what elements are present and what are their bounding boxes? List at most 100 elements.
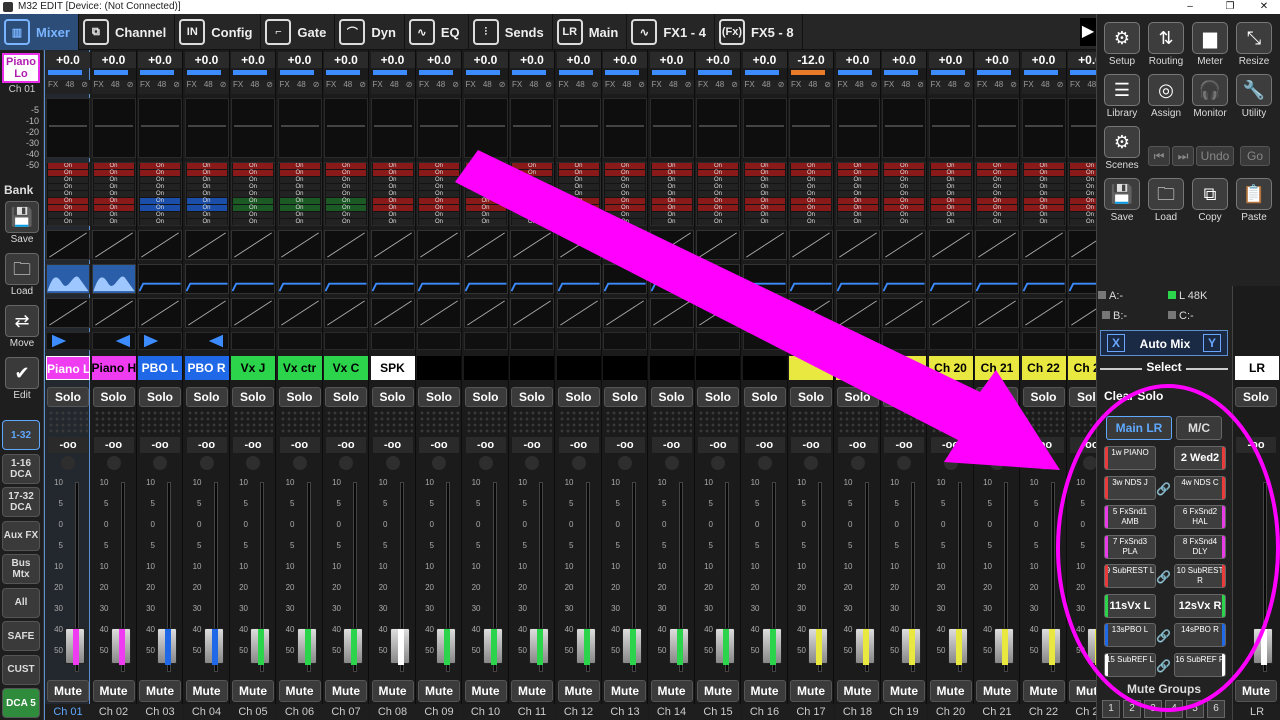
move-button[interactable]: ⇄ Move <box>4 305 40 349</box>
mute-button[interactable]: Mute <box>139 680 181 702</box>
dca-assign-dots[interactable] <box>419 410 459 434</box>
eq-display[interactable] <box>975 264 1019 294</box>
bypass-icon[interactable]: ⊘ <box>824 80 831 94</box>
solo-button[interactable]: Solo <box>743 387 786 407</box>
gain-readout[interactable]: +0.0 <box>649 52 694 68</box>
dca-assign-dots[interactable] <box>791 410 831 434</box>
dca-assign-dots[interactable] <box>372 410 413 434</box>
gate-display[interactable] <box>1068 98 1096 158</box>
gate-display[interactable] <box>1021 98 1066 158</box>
gain-readout[interactable]: +0.0 <box>184 52 229 68</box>
send-list[interactable]: On On On On On On On On On <box>742 162 787 226</box>
dca-button-14[interactable]: 14sPBO R <box>1174 623 1226 647</box>
channel-fader[interactable]: 10 5 0 5 10 20 30 40 50 <box>1071 478 1096 678</box>
eq-display[interactable] <box>603 264 647 294</box>
fader-knob[interactable] <box>157 628 177 665</box>
solo-button[interactable]: Solo <box>976 387 1018 407</box>
channel-name[interactable] <box>789 356 833 380</box>
mute-button[interactable]: Mute <box>325 680 367 702</box>
minimize-button[interactable]: – <box>1176 0 1204 14</box>
gate-display[interactable] <box>882 98 926 158</box>
pan-display[interactable] <box>46 332 90 350</box>
pan-display[interactable] <box>649 332 694 350</box>
channel-name[interactable]: Ch 22 <box>1021 356 1066 380</box>
tab-main[interactable]: LR Main <box>553 14 628 50</box>
solo-button[interactable]: Solo <box>325 387 367 407</box>
pan-display[interactable] <box>370 332 415 350</box>
bypass-icon[interactable]: ⊘ <box>313 80 320 94</box>
eq-display[interactable] <box>1068 264 1096 294</box>
bypass-icon[interactable]: ⊘ <box>964 80 971 94</box>
pan-indicator[interactable] <box>93 70 128 75</box>
send-list[interactable]: On On On On On On On On On <box>231 162 275 226</box>
fader-knob[interactable] <box>947 628 968 665</box>
dyn-display[interactable] <box>928 230 973 260</box>
mute-button[interactable]: Mute <box>185 680 228 702</box>
channel-fader[interactable]: 10 5 0 5 10 20 30 40 50 <box>188 478 228 678</box>
fader-knob[interactable] <box>110 628 131 665</box>
pan-display[interactable] <box>463 332 508 350</box>
comp-display[interactable] <box>742 298 787 328</box>
lr-name[interactable]: LR <box>1235 356 1279 380</box>
paste-tool-button[interactable]: 📋 Paste <box>1234 178 1274 223</box>
dca-assign-dots[interactable] <box>651 410 692 434</box>
pan-indicator[interactable] <box>186 70 221 75</box>
comp-display[interactable] <box>1021 298 1066 328</box>
tab-config[interactable]: IN Config <box>175 14 262 50</box>
send-list[interactable]: On On On On On On On On On <box>417 162 461 226</box>
mute-button[interactable]: Mute <box>883 680 925 702</box>
channel-name[interactable] <box>742 356 787 380</box>
gain-readout[interactable]: +0.0 <box>603 52 647 68</box>
gain-readout[interactable]: +0.0 <box>1021 52 1066 68</box>
fader-knob[interactable] <box>808 628 828 665</box>
fader-knob[interactable] <box>343 628 363 665</box>
gain-readout[interactable]: +0.0 <box>91 52 136 68</box>
channel-fader[interactable]: 10 5 0 5 10 20 30 40 50 <box>234 478 274 678</box>
pan-indicator[interactable] <box>326 70 360 75</box>
main-lr-button[interactable]: Main LR <box>1106 416 1172 440</box>
link-icon[interactable]: 🔗 <box>1156 570 1171 584</box>
dca-button-8[interactable]: 8 FxSnd4 DLY <box>1174 534 1226 559</box>
dyn-display[interactable] <box>556 230 601 260</box>
channel-fader[interactable]: 10 5 0 5 10 20 30 40 50 <box>699 478 739 678</box>
bank-button-all[interactable]: All <box>2 587 40 618</box>
fader-knob[interactable] <box>668 628 689 665</box>
lr-mute-button[interactable]: Mute <box>1235 680 1277 702</box>
pan-indicator[interactable] <box>791 70 825 75</box>
fader-knob[interactable] <box>389 628 410 665</box>
dca-assign-dots[interactable] <box>465 410 506 434</box>
channel-name[interactable] <box>649 356 694 380</box>
comp-display[interactable] <box>324 298 368 328</box>
channel-name[interactable]: Ch 19 <box>882 356 926 380</box>
mute-button[interactable]: Mute <box>1022 680 1065 702</box>
pan-indicator[interactable] <box>419 70 453 75</box>
pan-display[interactable] <box>603 332 647 350</box>
solo-button[interactable]: Solo <box>185 387 228 407</box>
comp-display[interactable] <box>603 298 647 328</box>
channel-name[interactable]: Vx J <box>231 356 275 380</box>
solo-button[interactable]: Solo <box>139 387 181 407</box>
channel-name[interactable]: SPK <box>370 356 415 380</box>
comp-display[interactable] <box>417 298 461 328</box>
eq-display[interactable] <box>463 264 508 294</box>
bypass-icon[interactable]: ⊘ <box>1010 80 1017 94</box>
bypass-icon[interactable]: ⊘ <box>731 80 738 94</box>
fader-knob[interactable] <box>250 628 270 665</box>
send-list[interactable]: On On On On On On On On On <box>277 162 322 226</box>
mute-group-2[interactable]: 2 <box>1123 700 1141 718</box>
dca-assign-dots[interactable] <box>140 410 180 434</box>
bypass-icon[interactable]: ⊘ <box>685 80 692 94</box>
fader-knob[interactable] <box>203 628 224 665</box>
comp-display[interactable] <box>463 298 508 328</box>
fader-knob[interactable] <box>901 628 921 665</box>
solo-button[interactable]: Solo <box>557 387 600 407</box>
comp-display[interactable] <box>46 298 90 328</box>
gate-display[interactable] <box>231 98 275 158</box>
pan-display[interactable] <box>138 332 182 350</box>
channel-name[interactable]: PBO R <box>184 356 229 380</box>
channel-name[interactable]: Vx ctr <box>277 356 322 380</box>
dyn-display[interactable] <box>231 230 275 260</box>
gate-display[interactable] <box>510 98 554 158</box>
eq-display[interactable] <box>277 264 322 294</box>
dca-assign-dots[interactable] <box>884 410 924 434</box>
